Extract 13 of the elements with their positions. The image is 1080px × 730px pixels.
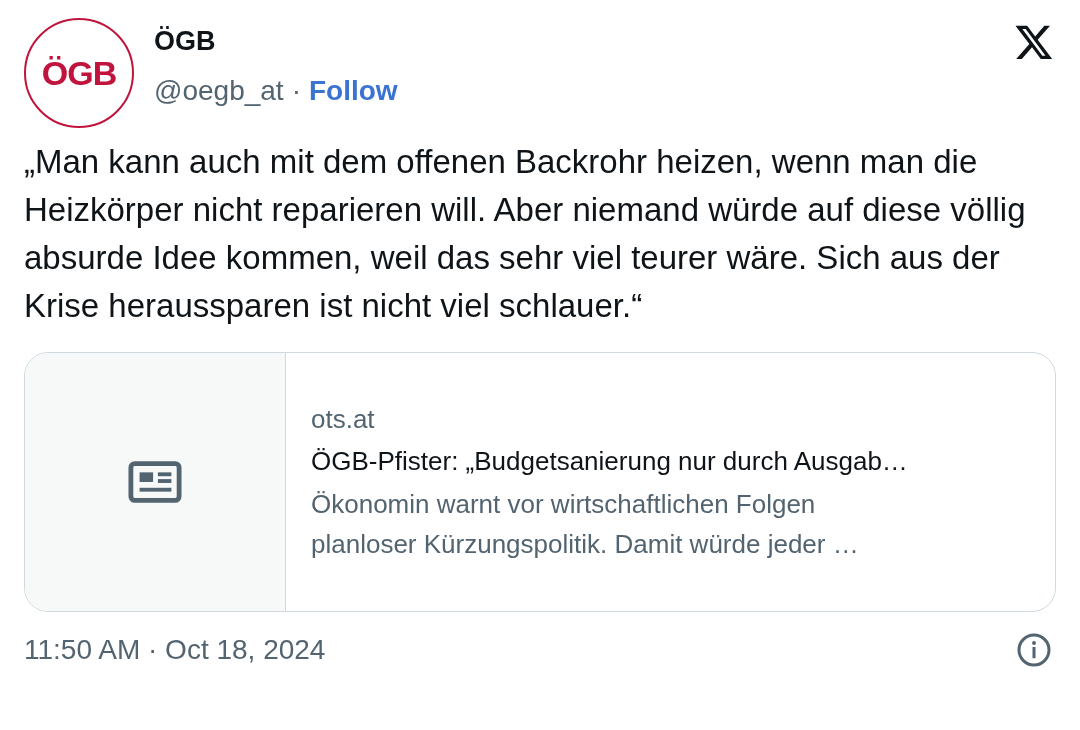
follow-link[interactable]: Follow (308, 75, 398, 107)
card-domain: ots.at (311, 403, 376, 436)
separator: · (291, 75, 301, 107)
card-title: ÖGB-Pfister: „Budgetsanierung nur durch Ausgab… (311, 445, 908, 478)
card-description: Ökonomin warnt vor wirtschaftlichen Folgen planloser Kürzungspolitik. Damit würde jeder … (311, 488, 860, 561)
author-name[interactable]: ÖGB (154, 26, 398, 57)
avatar-logo[interactable]: ÖGB (24, 18, 134, 128)
info-icon[interactable] (1016, 632, 1052, 668)
tweet-text: „Man kann auch mit dem offenen Backrohr heizen, wenn man die Heizkörper nicht reparieren will. Aber niemand würde auf diese völlig absurde Idee kommen, weil das sehr viel teurer wäre. Sich aus der Krise heraussparen ist nicht viel schlauer.“ (24, 142, 1027, 326)
link-card[interactable]: ots.at ÖGB-Pfister: „Budgetsanierung nur durch Ausgab… Ökonomin warnt vor wirtschaftlichen Folgen planloser Kürzungspolitik. Damit würde jeder … (24, 352, 1056, 612)
timestamp[interactable]: 11:50 AM · Oct 18, 2024 (24, 634, 326, 666)
newspaper-icon (128, 460, 182, 504)
author-handle[interactable]: @oegb_at (154, 75, 284, 107)
